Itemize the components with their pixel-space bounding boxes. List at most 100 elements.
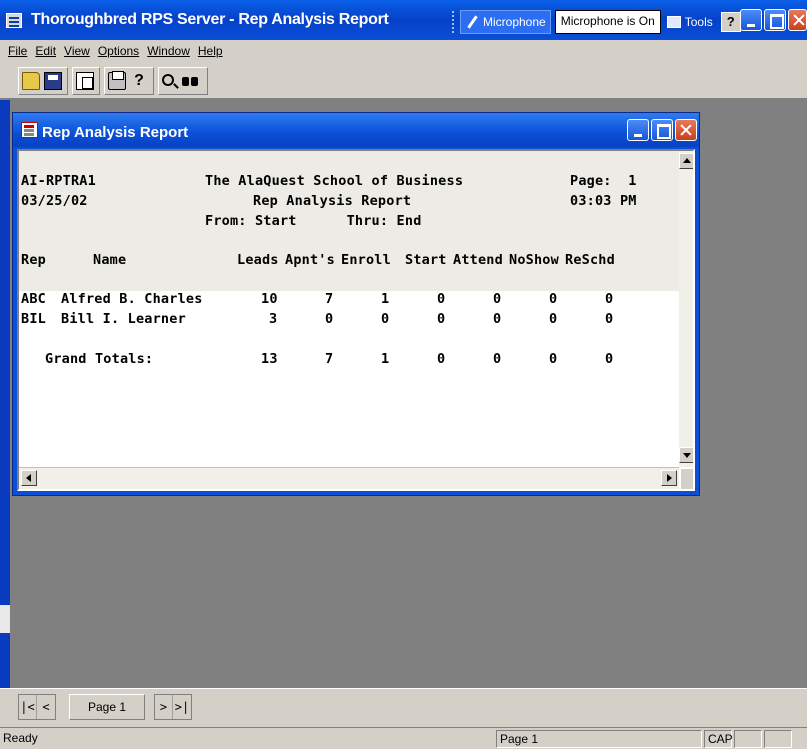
horizontal-scrollbar[interactable]: [19, 467, 679, 489]
app-icon[interactable]: [6, 13, 22, 28]
desktop-strip-highlight: [0, 605, 10, 633]
resize-grip-icon[interactable]: [681, 469, 693, 489]
row-start: 0: [437, 311, 446, 327]
menu-options[interactable]: Options: [94, 44, 143, 58]
zoom-magnifier-icon[interactable]: [162, 73, 174, 86]
total-enroll: 1: [381, 351, 390, 367]
status-num-lock: [734, 730, 762, 748]
column-header-reschd: ReSchd: [565, 252, 615, 268]
tools-icon: [666, 15, 681, 28]
report-title: Rep Analysis Report: [253, 193, 412, 209]
rep-analysis-report-window[interactable]: Rep Analysis Report AI-RPTRA1 03/25/02 T…: [12, 112, 700, 496]
close-button[interactable]: [788, 9, 807, 31]
scroll-left-arrow-icon[interactable]: [21, 470, 37, 486]
row-name: Bill I. Learner: [61, 311, 186, 327]
status-bar: Ready Page 1 CAP: [0, 728, 807, 749]
row-enroll: 0: [381, 311, 390, 327]
language-bar-grip[interactable]: [452, 10, 456, 33]
column-header-start: Start: [405, 252, 447, 268]
nav-back-group: |< <: [18, 694, 56, 720]
scroll-up-arrow-icon[interactable]: [679, 153, 693, 169]
row-reschd: 0: [605, 291, 614, 307]
status-caps-lock: CAP: [704, 730, 733, 748]
microphone-icon: [465, 15, 479, 29]
print-icon[interactable]: [108, 71, 126, 90]
menu-view[interactable]: View: [60, 44, 94, 58]
report-id: AI-RPTRA1: [21, 173, 96, 189]
total-start: 0: [437, 351, 446, 367]
status-scroll-lock: [764, 730, 792, 748]
row-reschd: 0: [605, 311, 614, 327]
report-document-icon[interactable]: [21, 122, 38, 138]
window-title: Thoroughbred RPS Server - Rep Analysis R…: [31, 11, 389, 28]
report-header-section: AI-RPTRA1 03/25/02 The AlaQuest School o…: [19, 151, 679, 291]
save-disk-icon[interactable]: [44, 72, 62, 90]
row-attend: 0: [493, 311, 502, 327]
status-page: Page 1: [496, 730, 702, 748]
microphone-label: Microphone: [483, 14, 546, 29]
column-header-appointments: Apnt's: [285, 252, 335, 268]
school-name: The AlaQuest School of Business: [205, 173, 464, 189]
microphone-status: Microphone is On: [554, 9, 661, 34]
child-title-bar[interactable]: Rep Analysis Report: [13, 113, 699, 147]
main-title-bar[interactable]: Thoroughbred RPS Server - Rep Analysis R…: [0, 0, 807, 40]
toolbar-group-search: [158, 67, 208, 95]
open-folder-icon[interactable]: [22, 72, 40, 90]
column-header-leads: Leads: [237, 252, 279, 268]
nav-forward-group: > >|: [154, 694, 192, 720]
grand-totals-label: Grand Totals:: [45, 351, 154, 367]
column-header-noshow: NoShow: [509, 252, 559, 268]
minimize-button[interactable]: [740, 9, 762, 31]
row-start: 0: [437, 291, 446, 307]
menu-help[interactable]: Help: [194, 44, 227, 58]
help-question-icon[interactable]: ?: [130, 72, 148, 90]
tools-button[interactable]: Tools: [666, 14, 713, 29]
toolbar-group-print: ?: [104, 67, 154, 95]
total-leads: 13: [261, 351, 278, 367]
vertical-scrollbar[interactable]: [679, 151, 693, 467]
scroll-right-arrow-icon[interactable]: [661, 470, 677, 486]
menu-edit[interactable]: Edit: [31, 44, 60, 58]
report-time: 03:03 PM: [570, 193, 637, 209]
total-reschd: 0: [605, 351, 614, 367]
report-date: 03/25/02: [21, 193, 88, 209]
row-leads: 10: [261, 291, 278, 307]
page-navigation-bar: |< < Page 1 > >|: [0, 688, 807, 727]
column-header-name: Name: [93, 252, 127, 268]
total-noshow: 0: [549, 351, 558, 367]
toolbar: ?: [0, 61, 807, 99]
scroll-down-arrow-icon[interactable]: [679, 447, 693, 463]
column-header-rep: Rep: [21, 252, 46, 268]
row-noshow: 0: [549, 311, 558, 327]
row-attend: 0: [493, 291, 502, 307]
row-leads: 3: [269, 311, 278, 327]
row-rep: BIL: [21, 311, 46, 327]
menu-file[interactable]: File: [4, 44, 31, 58]
report-body-section: ABC Alfred B. Charles 10 7 1 0 0 0 0 BIL…: [19, 291, 679, 467]
report-viewer[interactable]: AI-RPTRA1 03/25/02 The AlaQuest School o…: [17, 149, 695, 491]
tools-label: Tools: [684, 14, 713, 29]
menu-bar: File Edit View Options Window Help: [0, 40, 807, 61]
status-ready: Ready: [3, 731, 38, 745]
total-appointments: 7: [325, 351, 334, 367]
first-page-button[interactable]: |<: [19, 695, 37, 719]
row-appointments: 7: [325, 291, 334, 307]
microphone-button[interactable]: Microphone: [460, 9, 551, 34]
child-maximize-button[interactable]: [651, 119, 673, 141]
copy-icon[interactable]: [76, 72, 94, 90]
language-bar-help-button[interactable]: ?: [720, 11, 741, 32]
find-binoculars-icon[interactable]: [181, 72, 199, 90]
current-page-indicator: Page 1: [69, 694, 145, 720]
next-page-button[interactable]: >: [155, 695, 173, 719]
child-window-title: Rep Analysis Report: [42, 124, 189, 141]
menu-window[interactable]: Window: [143, 44, 194, 58]
child-minimize-button[interactable]: [627, 119, 649, 141]
last-page-button[interactable]: >|: [173, 695, 191, 719]
child-close-button[interactable]: [675, 119, 697, 141]
toolbar-group-edit: [72, 67, 100, 95]
row-appointments: 0: [325, 311, 334, 327]
row-rep: ABC: [21, 291, 46, 307]
row-name: Alfred B. Charles: [61, 291, 203, 307]
maximize-button[interactable]: [764, 9, 786, 31]
previous-page-button[interactable]: <: [37, 695, 55, 719]
